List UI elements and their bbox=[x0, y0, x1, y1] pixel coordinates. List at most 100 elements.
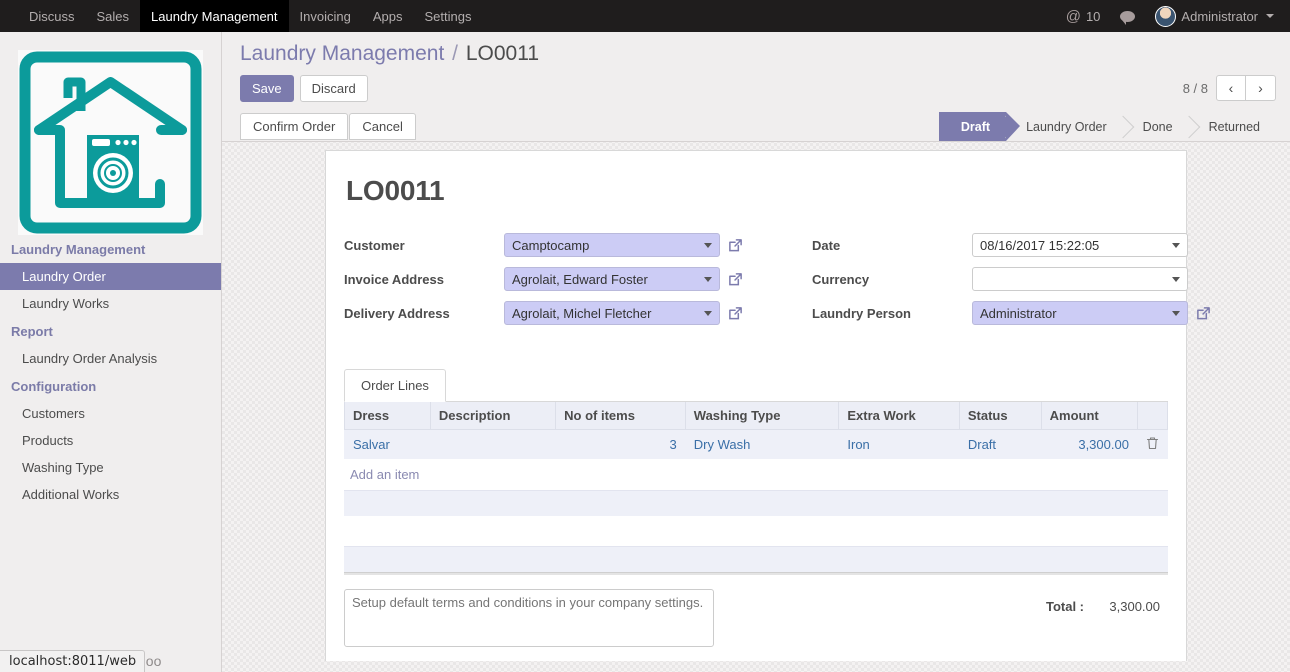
user-name: Administrator bbox=[1181, 8, 1258, 24]
field-label: Laundry Person bbox=[812, 305, 911, 321]
tab-label: Order Lines bbox=[361, 378, 429, 393]
cell-extra-work[interactable]: Iron bbox=[838, 429, 960, 459]
menu-item-laundry-management[interactable]: Laundry Management bbox=[140, 0, 289, 32]
sidebar-section-report: Report bbox=[11, 324, 53, 339]
sidebar-item-label: Laundry Works bbox=[22, 296, 110, 311]
navbar-systray: @ 10 Administrator bbox=[1058, 0, 1290, 32]
menu-label: Settings bbox=[424, 8, 472, 24]
field-invoice-address: Invoice Address Agrolait, Edward Foster bbox=[344, 267, 756, 291]
external-link-icon[interactable] bbox=[728, 306, 743, 321]
status-stages: Draft Laundry Order Done Returned bbox=[938, 112, 1276, 141]
sidebar-item-laundry-works[interactable]: Laundry Works bbox=[0, 290, 221, 317]
avatar bbox=[1155, 5, 1177, 27]
sidebar-item-label: Laundry Order bbox=[22, 269, 106, 284]
stage-label: Returned bbox=[1208, 119, 1260, 134]
form-sheet: LO0011 Customer Camptocamp Invoice Addre… bbox=[325, 150, 1210, 661]
total-value: 3,300.00 bbox=[1109, 599, 1160, 614]
mention-count: 10 bbox=[1085, 8, 1101, 24]
sidebar-item-washing-type[interactable]: Washing Type bbox=[0, 454, 221, 481]
column-header-actions bbox=[1136, 402, 1169, 430]
menu-item-discuss[interactable]: Discuss bbox=[18, 0, 86, 32]
menu-item-invoicing[interactable]: Invoicing bbox=[289, 0, 362, 32]
cancel-button[interactable]: Cancel bbox=[349, 113, 416, 140]
messaging-menu[interactable] bbox=[1112, 0, 1143, 32]
field-customer: Customer Camptocamp bbox=[344, 233, 756, 257]
pager: 8 / 8 ‹ › bbox=[1183, 75, 1276, 101]
breadcrumb: Laundry Management / LO0011 bbox=[240, 42, 1276, 66]
pager-count: 8 / 8 bbox=[1182, 80, 1208, 96]
column-header-extra-work[interactable]: Extra Work bbox=[838, 402, 960, 430]
currency-input[interactable] bbox=[972, 267, 1188, 291]
table-header: Dress Description No of items Washing Ty… bbox=[344, 402, 1169, 430]
sidebar-item-label: Customers bbox=[22, 406, 85, 421]
empty-row-band-2 bbox=[344, 546, 1168, 572]
sidebar-item-laundry-order-analysis[interactable]: Laundry Order Analysis bbox=[0, 345, 221, 372]
chevron-right-icon[interactable]: › bbox=[1246, 75, 1276, 101]
top-navbar: Discuss Sales Laundry Management Invoici… bbox=[0, 0, 1290, 32]
breadcrumb-root[interactable]: Laundry Management bbox=[240, 42, 444, 65]
cell-amount[interactable]: 3,300.00 bbox=[1040, 429, 1138, 459]
table-header-row: Dress Description No of items Washing Ty… bbox=[344, 402, 1169, 430]
tab-order-lines[interactable]: Order Lines bbox=[344, 369, 446, 402]
stage-laundry-order[interactable]: Laundry Order bbox=[1006, 112, 1123, 141]
table-row[interactable]: Salvar 3 Dry Wash Iron Draft 3,300.00 bbox=[344, 429, 1169, 459]
column-header-description[interactable]: Description bbox=[429, 402, 557, 430]
external-link-icon[interactable] bbox=[728, 238, 743, 253]
form-footer: Total : 3,300.00 bbox=[344, 589, 1168, 647]
external-link-icon[interactable] bbox=[1196, 306, 1211, 321]
invoice-address-input[interactable]: Agrolait, Edward Foster bbox=[504, 267, 720, 291]
user-menu[interactable]: Administrator bbox=[1147, 0, 1282, 32]
cell-dress[interactable]: Salvar bbox=[344, 429, 431, 459]
laundry-person-input[interactable]: Administrator bbox=[972, 301, 1188, 325]
chevron-left-icon[interactable]: ‹ bbox=[1216, 75, 1246, 101]
date-input[interactable]: 08/16/2017 15:22:05 bbox=[972, 233, 1188, 257]
menu-item-apps[interactable]: Apps bbox=[362, 0, 414, 32]
terms-and-conditions-input[interactable] bbox=[344, 589, 714, 647]
delivery-address-input[interactable]: Agrolait, Michel Fletcher bbox=[504, 301, 720, 325]
menu-label: Invoicing bbox=[299, 8, 351, 24]
sidebar-item-laundry-order[interactable]: Laundry Order bbox=[0, 263, 221, 290]
menu-label: Discuss bbox=[29, 8, 75, 24]
notebook-tabs: Order Lines bbox=[344, 369, 1168, 402]
discard-button[interactable]: Discard bbox=[299, 75, 368, 102]
menu-item-settings[interactable]: Settings bbox=[413, 0, 482, 32]
column-header-washing-type[interactable]: Washing Type bbox=[684, 402, 840, 430]
field-label: Customer bbox=[344, 237, 405, 253]
form-fields: Customer Camptocamp Invoice Address Agro… bbox=[344, 233, 1210, 335]
chevron-down-icon bbox=[1266, 14, 1274, 18]
total-label: Total : bbox=[1045, 599, 1084, 614]
sidebar-item-additional-works[interactable]: Additional Works bbox=[0, 481, 221, 508]
cell-washing-type[interactable]: Dry Wash bbox=[684, 429, 840, 459]
column-header-no-of-items[interactable]: No of items bbox=[555, 402, 686, 430]
external-link-icon[interactable] bbox=[728, 272, 743, 287]
save-button[interactable]: Save bbox=[240, 75, 294, 102]
control-panel: Laundry Management / LO0011 Save Discard… bbox=[222, 32, 1290, 142]
add-an-item-link[interactable]: Add an item bbox=[344, 459, 1168, 490]
column-header-dress[interactable]: Dress bbox=[344, 402, 431, 430]
cell-description[interactable] bbox=[429, 429, 557, 459]
column-header-status[interactable]: Status bbox=[958, 402, 1042, 430]
cell-status[interactable]: Draft bbox=[958, 429, 1042, 459]
field-date: Date 08/16/2017 15:22:05 bbox=[812, 233, 1188, 257]
workflow-buttons: Confirm Order Cancel bbox=[240, 112, 417, 141]
mentions-counter[interactable]: @ 10 bbox=[1058, 0, 1109, 32]
menu-item-sales[interactable]: Sales bbox=[86, 0, 141, 32]
menu-label: Apps bbox=[372, 8, 403, 24]
column-header-amount[interactable]: Amount bbox=[1040, 402, 1138, 430]
form-scroll-area[interactable]: LO0011 Customer Camptocamp Invoice Addre… bbox=[222, 142, 1290, 661]
confirm-order-button[interactable]: Confirm Order bbox=[240, 113, 349, 140]
sidebar: Laundry Management Laundry Order Laundry… bbox=[0, 32, 222, 672]
field-label: Currency bbox=[812, 271, 870, 287]
stage-returned[interactable]: Returned bbox=[1189, 112, 1276, 141]
cell-no-of-items[interactable]: 3 bbox=[555, 429, 686, 459]
laundry-house-logo-svg bbox=[19, 51, 202, 234]
trash-icon[interactable] bbox=[1136, 429, 1169, 459]
control-panel-buttons-row: Save Discard 8 / 8 ‹ › bbox=[240, 75, 1276, 102]
table-footer-rule bbox=[344, 572, 1168, 575]
laundry-house-logo bbox=[18, 50, 203, 235]
sidebar-item-products[interactable]: Products bbox=[0, 427, 221, 454]
sidebar-item-label: Additional Works bbox=[22, 487, 120, 502]
notebook: Order Lines Dress Description No of item… bbox=[344, 369, 1169, 575]
customer-input[interactable]: Camptocamp bbox=[504, 233, 720, 257]
sidebar-item-customers[interactable]: Customers bbox=[0, 400, 221, 427]
